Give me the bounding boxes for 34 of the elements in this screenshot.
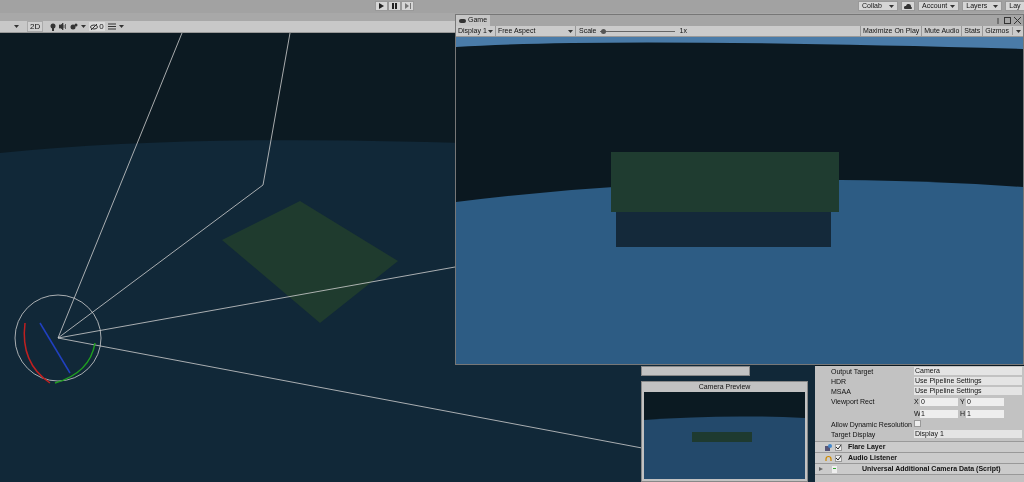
checkbox[interactable] — [835, 443, 842, 451]
caret-icon — [488, 29, 493, 33]
pause-button[interactable] — [388, 1, 401, 11]
headphones-icon — [825, 454, 832, 462]
2d-toggle[interactable]: 2D — [27, 21, 44, 32]
dropdown-caret-icon[interactable] — [81, 25, 87, 28]
eye-slash-icon — [90, 23, 99, 30]
lightbulb-icon[interactable] — [50, 22, 57, 31]
script-icon — [832, 465, 837, 473]
rotation-gizmo[interactable] — [14, 294, 102, 384]
close-icon[interactable] — [1014, 17, 1021, 24]
checkbox[interactable] — [835, 454, 842, 462]
audio-icon[interactable] — [59, 23, 68, 30]
pause-icon — [392, 3, 397, 9]
maximize-icon[interactable] — [1004, 17, 1011, 24]
play-button[interactable] — [375, 1, 388, 11]
cloud-icon — [904, 3, 912, 9]
grid-icon[interactable] — [107, 23, 116, 30]
step-icon — [404, 3, 411, 9]
caret-icon — [889, 4, 894, 8]
checkmark-icon — [836, 445, 841, 449]
checkbox[interactable] — [914, 420, 921, 427]
play-icon — [379, 3, 384, 9]
dropdown-caret-icon[interactable] — [118, 25, 124, 28]
caret-icon — [993, 4, 999, 8]
caret-icon — [950, 4, 956, 8]
dropdown-caret-icon[interactable] — [14, 25, 19, 28]
cloud-button[interactable] — [901, 1, 915, 11]
flare-icon — [825, 443, 832, 451]
hidden-objects-toggle[interactable]: 0 — [89, 22, 105, 31]
caret-icon — [568, 29, 573, 33]
checkmark-icon — [836, 456, 841, 460]
effects-icon[interactable] — [70, 23, 79, 30]
caret-icon — [1016, 29, 1021, 33]
